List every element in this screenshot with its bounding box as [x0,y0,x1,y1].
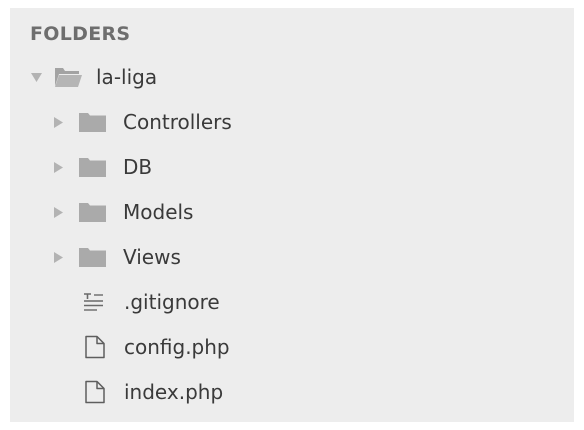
tree-item-controllers[interactable]: Controllers [10,102,574,142]
tree-item-label: Controllers [123,110,232,134]
folder-open-icon [53,65,83,89]
file-icon [84,335,106,359]
expand-arrow-down-icon[interactable] [30,71,42,83]
expand-arrow-right-icon[interactable] [52,251,64,263]
folders-header: FOLDERS [30,23,131,45]
folder-icon [78,110,108,134]
text-file-icon [82,290,106,314]
expand-arrow-right-icon[interactable] [52,116,64,128]
tree-item-views[interactable]: Views [10,237,574,277]
tree-item-label: la-liga [96,65,158,89]
file-icon [84,380,106,404]
folder-icon [78,200,108,224]
tree-item-label: index.php [124,380,224,404]
folder-icon [78,155,108,179]
tree-item-la-liga[interactable]: la-liga [10,57,574,97]
tree-item-label: Models [123,200,194,224]
tree-item-label: Views [123,245,181,269]
expand-arrow-right-icon[interactable] [52,161,64,173]
tree-item-index-php[interactable]: index.php [10,372,574,412]
tree-item-db[interactable]: DB [10,147,574,187]
tree-item-models[interactable]: Models [10,192,574,232]
tree-item-gitignore[interactable]: .gitignore [10,282,574,322]
folders-sidebar: FOLDERS la-liga Controllers DB Models Vi… [10,8,574,422]
folder-icon [78,245,108,269]
tree-item-label: .gitignore [124,290,220,314]
tree-item-label: config.php [124,335,230,359]
tree-item-label: DB [123,155,153,179]
tree-item-config-php[interactable]: config.php [10,327,574,367]
expand-arrow-right-icon[interactable] [52,206,64,218]
